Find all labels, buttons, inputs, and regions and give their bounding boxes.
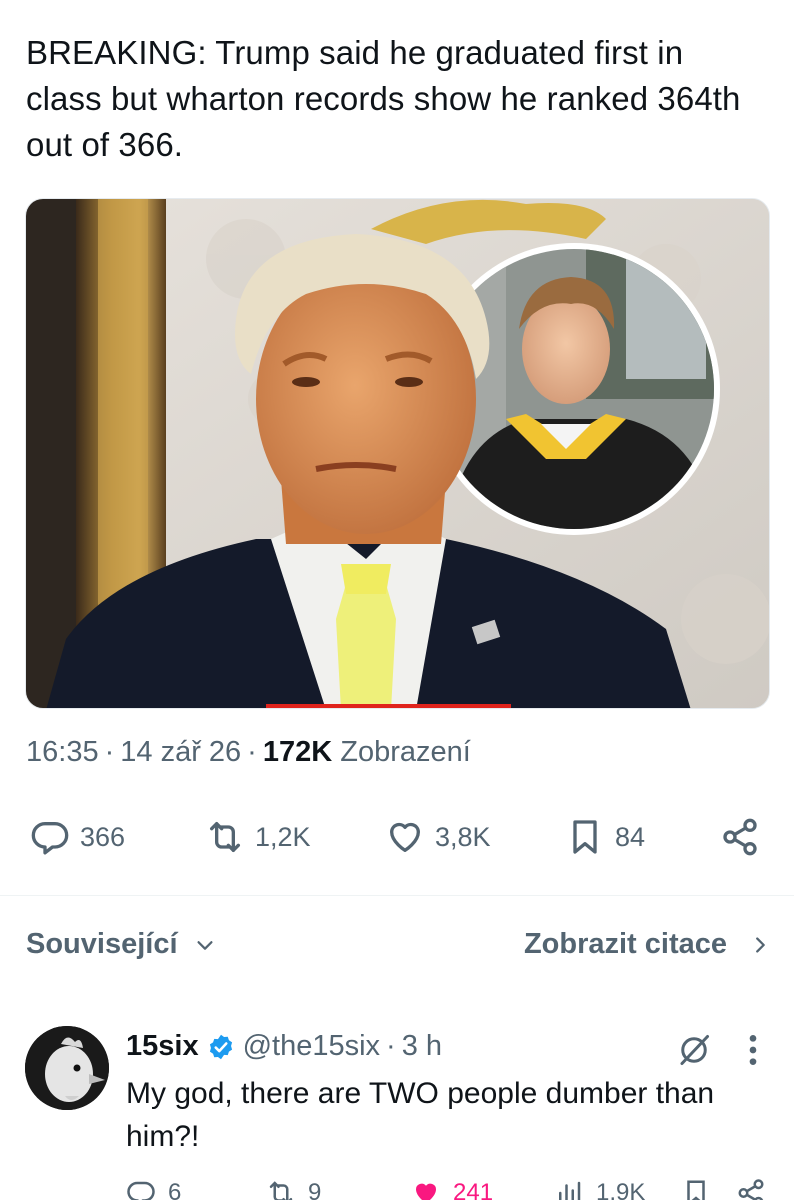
like-count: 3,8K [435, 821, 491, 852]
like-button[interactable]: 3,8K [385, 812, 491, 862]
view-quotes-link[interactable]: Zobrazit citace [524, 928, 771, 961]
bookmark-icon [573, 820, 597, 854]
reply-like-button[interactable]: 241 [411, 1178, 493, 1200]
reply-share-button[interactable] [736, 1178, 778, 1200]
tweet-metadata: 16:35 · 14 zář 26 · 172K Zobrazení [26, 736, 471, 769]
more-icon[interactable] [740, 1030, 766, 1070]
section-divider [0, 895, 794, 896]
reply-reply-button[interactable]: 6 [126, 1178, 181, 1200]
retweet-count: 1,2K [255, 821, 311, 852]
tweet-media-image[interactable] [25, 198, 770, 709]
reply-author-handle[interactable]: @the15six [243, 1030, 380, 1063]
retweet-button[interactable]: 1,2K [205, 812, 311, 862]
reply-reply-count: 6 [168, 1179, 182, 1200]
avatar[interactable] [25, 1026, 109, 1110]
bookmark-icon [687, 1180, 705, 1200]
reply-retweet-count: 9 [308, 1179, 322, 1200]
grok-icon[interactable] [676, 1032, 712, 1068]
views-count: 172K [262, 736, 333, 768]
share-icon [738, 1179, 764, 1200]
quotes-label: Zobrazit citace [523, 928, 727, 960]
previous-content-edge [24, 0, 284, 4]
heart-icon [416, 1183, 436, 1200]
reply-retweet-button[interactable]: 9 [266, 1178, 321, 1200]
reply-tweet[interactable]: 15six @the15six · 3 h My god, there are … [0, 1018, 794, 1200]
reply-author-name[interactable]: 15six [126, 1030, 199, 1063]
bookmark-count: 84 [615, 821, 646, 852]
reply-icon [31, 822, 69, 855]
reply-separator: · [386, 1030, 396, 1062]
views-icon [559, 1181, 581, 1200]
photo-illustration [26, 199, 769, 708]
reply-icon [127, 1181, 155, 1200]
reply-button[interactable]: 366 [30, 812, 125, 862]
heart-icon [390, 822, 420, 852]
reply-actions-bar: 6 9 241 1,9K [126, 1178, 776, 1200]
share-icon [723, 818, 757, 856]
related-label: Související [26, 928, 178, 960]
reply-like-count: 241 [453, 1179, 494, 1200]
verified-badge-icon [209, 1034, 232, 1059]
avatar-image [25, 1026, 109, 1110]
reply-views-count: 1,9K [596, 1179, 646, 1200]
share-button[interactable] [720, 812, 770, 862]
tweet-date: 14 zář 26 [120, 736, 242, 768]
reply-bookmark-button[interactable] [681, 1178, 723, 1200]
meta-separator: · [104, 736, 115, 768]
tweet-text: BREAKING: Trump said he graduated first … [26, 34, 741, 163]
tweet-actions-bar: 366 1,2K 3,8K 84 [30, 812, 770, 862]
reply-views-button[interactable]: 1,9K [554, 1178, 645, 1200]
meta-separator: · [247, 736, 257, 768]
retweet-icon [269, 1181, 293, 1200]
views-label: Zobrazení [340, 736, 471, 768]
reply-count: 366 [80, 821, 126, 852]
chevron-down-icon [196, 940, 213, 950]
chevron-right-icon [756, 936, 765, 953]
reply-time[interactable]: 3 h [402, 1030, 442, 1063]
reply-header: 15six @the15six · 3 h [126, 1030, 442, 1063]
retweet-icon [210, 822, 240, 852]
related-row: Související Zobrazit citace [26, 928, 771, 972]
bookmark-button[interactable]: 84 [565, 812, 645, 862]
reply-text: My god, there are TWO people dumber than… [126, 1077, 715, 1153]
related-dropdown[interactable]: Související [26, 928, 216, 961]
tweet-time: 16:35 [26, 736, 99, 768]
